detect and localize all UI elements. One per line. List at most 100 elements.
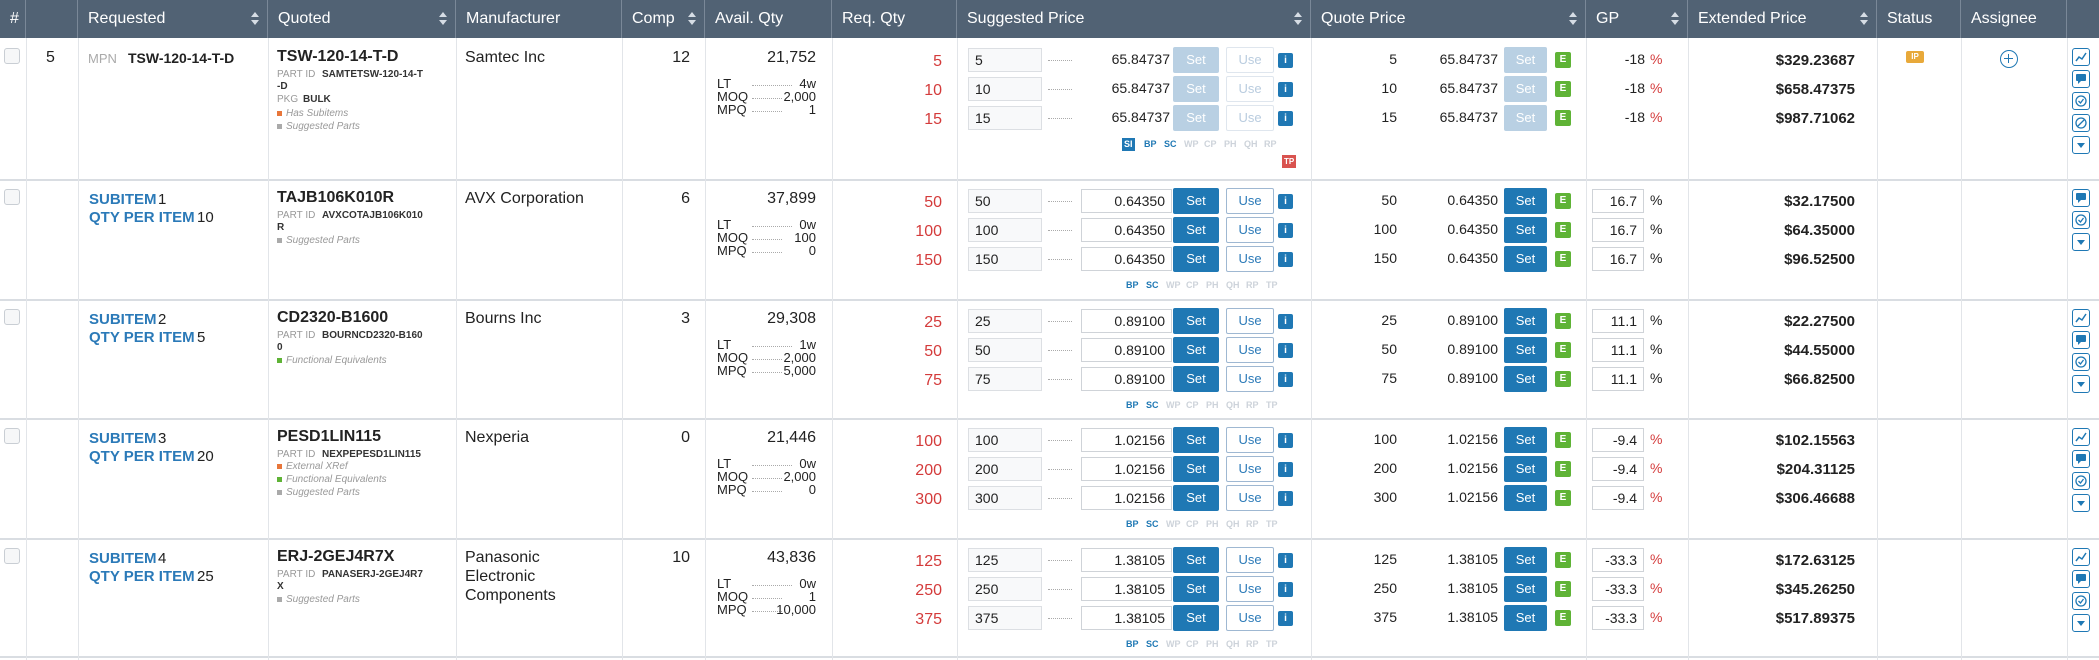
info-icon[interactable]: i	[1278, 194, 1293, 209]
gp-field[interactable]: 16.7	[1592, 189, 1644, 213]
row-checkbox[interactable]	[4, 548, 20, 564]
suggested-set-button[interactable]: Set	[1173, 47, 1219, 73]
tag-cp[interactable]: CP	[1184, 399, 1201, 412]
sort-icon[interactable]	[1569, 10, 1577, 28]
suggested-use-button[interactable]: Use	[1226, 47, 1274, 73]
dropdown-icon[interactable]	[2072, 494, 2090, 512]
suggested-use-button[interactable]: Use	[1226, 605, 1274, 631]
col-header-comp[interactable]: Comp	[622, 0, 705, 38]
sort-icon[interactable]	[1294, 10, 1302, 28]
tag-tp[interactable]: TP	[1264, 399, 1280, 412]
edit-icon[interactable]: E	[1555, 371, 1571, 387]
sort-icon[interactable]	[688, 10, 696, 28]
subitem-label[interactable]: SUBITEM	[89, 430, 157, 447]
sort-icon[interactable]	[439, 10, 447, 28]
suggested-price-field[interactable]: 1.02156	[1081, 486, 1172, 510]
subitem-label[interactable]: SUBITEM	[89, 550, 157, 567]
col-header-req[interactable]: Req. Qty	[832, 0, 957, 38]
quote-set-button[interactable]: Set	[1504, 547, 1547, 573]
tag-qh[interactable]: QH	[1242, 138, 1260, 151]
tag-rp[interactable]: RP	[1244, 279, 1261, 292]
comment-icon[interactable]	[2072, 570, 2090, 588]
tag-qh[interactable]: QH	[1224, 279, 1242, 292]
gp-field[interactable]: -33.3	[1592, 577, 1644, 601]
subitem-label[interactable]: SUBITEM	[89, 191, 157, 208]
gp-field[interactable]: -9.4	[1592, 428, 1644, 452]
info-icon[interactable]: i	[1278, 491, 1293, 506]
suggested-use-button[interactable]: Use	[1226, 427, 1274, 453]
col-header-requested[interactable]: Requested	[78, 0, 268, 38]
tag-wp[interactable]: WP	[1182, 138, 1201, 151]
suggested-use-button[interactable]: Use	[1226, 576, 1274, 602]
row-checkbox[interactable]	[4, 48, 20, 64]
suggested-price-field[interactable]: 0.64350	[1081, 189, 1172, 213]
quote-set-button[interactable]: Set	[1504, 576, 1547, 602]
quote-set-button[interactable]: Set	[1504, 308, 1547, 334]
edit-icon[interactable]: E	[1555, 110, 1571, 126]
info-icon[interactable]: i	[1278, 611, 1293, 626]
suggested-set-button[interactable]: Set	[1173, 456, 1219, 482]
row-checkbox[interactable]	[4, 189, 20, 205]
quoted-part-number[interactable]: TSW-120-14-T-D	[277, 48, 398, 66]
info-icon[interactable]: i	[1278, 343, 1293, 358]
gp-field[interactable]: -33.3	[1592, 548, 1644, 572]
suggested-price-field[interactable]: 1.38105	[1081, 606, 1172, 630]
info-icon[interactable]: i	[1278, 53, 1293, 68]
col-header-assignee[interactable]: Assignee	[1961, 0, 2067, 38]
tag-ph[interactable]: PH	[1204, 279, 1221, 292]
tag-wp[interactable]: WP	[1164, 399, 1183, 412]
info-icon[interactable]: i	[1278, 372, 1293, 387]
info-icon[interactable]: i	[1278, 582, 1293, 597]
tag-rp[interactable]: RP	[1244, 399, 1261, 412]
tag-wp[interactable]: WP	[1164, 518, 1183, 531]
quote-set-button[interactable]: Set	[1504, 76, 1547, 102]
edit-icon[interactable]: E	[1555, 81, 1571, 97]
tag-qh[interactable]: QH	[1224, 518, 1242, 531]
quote-set-button[interactable]: Set	[1504, 47, 1547, 73]
comment-icon[interactable]	[2072, 189, 2090, 207]
suggested-use-button[interactable]: Use	[1226, 105, 1274, 131]
gp-field[interactable]: -9.4	[1592, 457, 1644, 481]
col-header-extended[interactable]: Extended Price	[1688, 0, 1877, 38]
dropdown-icon[interactable]	[2072, 233, 2090, 251]
edit-icon[interactable]: E	[1555, 581, 1571, 597]
tag-ph[interactable]: PH	[1204, 518, 1221, 531]
tag-wp[interactable]: WP	[1164, 638, 1183, 651]
suggested-price-field[interactable]: 1.02156	[1081, 428, 1172, 452]
sort-icon[interactable]	[1860, 10, 1868, 28]
row-checkbox[interactable]	[4, 309, 20, 325]
col-header-quote[interactable]: Quote Price	[1311, 0, 1586, 38]
suggested-set-button[interactable]: Set	[1173, 576, 1219, 602]
suggested-set-button[interactable]: Set	[1173, 246, 1219, 272]
tag-sc[interactable]: SC	[1144, 518, 1161, 531]
info-icon[interactable]: i	[1278, 82, 1293, 97]
tag-cp[interactable]: CP	[1184, 279, 1201, 292]
suggested-use-button[interactable]: Use	[1226, 246, 1274, 272]
quote-set-button[interactable]: Set	[1504, 605, 1547, 631]
chart-icon[interactable]	[2072, 48, 2090, 66]
edit-icon[interactable]: E	[1555, 222, 1571, 238]
gp-field[interactable]: 16.7	[1592, 247, 1644, 271]
comment-icon[interactable]	[2072, 450, 2090, 468]
tag-ph[interactable]: PH	[1204, 638, 1221, 651]
comment-icon[interactable]	[2072, 331, 2090, 349]
quote-set-button[interactable]: Set	[1504, 485, 1547, 511]
row-checkbox[interactable]	[4, 428, 20, 444]
suggested-use-button[interactable]: Use	[1226, 188, 1274, 214]
tag-bp[interactable]: BP	[1124, 518, 1141, 531]
quoted-part-number[interactable]: TAJB106K010R	[277, 189, 394, 207]
info-icon[interactable]: i	[1278, 223, 1293, 238]
suggested-set-button[interactable]: Set	[1173, 547, 1219, 573]
tag-rp[interactable]: RP	[1262, 138, 1279, 151]
dropdown-icon[interactable]	[2072, 375, 2090, 393]
status-badge[interactable]: IP	[1906, 51, 1924, 63]
col-header-status[interactable]: Status	[1877, 0, 1961, 38]
tag-sc[interactable]: SC	[1144, 399, 1161, 412]
tag-qh[interactable]: QH	[1224, 399, 1242, 412]
edit-icon[interactable]: E	[1555, 313, 1571, 329]
suggested-use-button[interactable]: Use	[1226, 456, 1274, 482]
suggested-price-field[interactable]: 1.02156	[1081, 457, 1172, 481]
tag-bp[interactable]: BP	[1142, 138, 1159, 151]
link-icon[interactable]	[2072, 114, 2090, 132]
col-header-suggested[interactable]: Suggested Price	[957, 0, 1311, 38]
